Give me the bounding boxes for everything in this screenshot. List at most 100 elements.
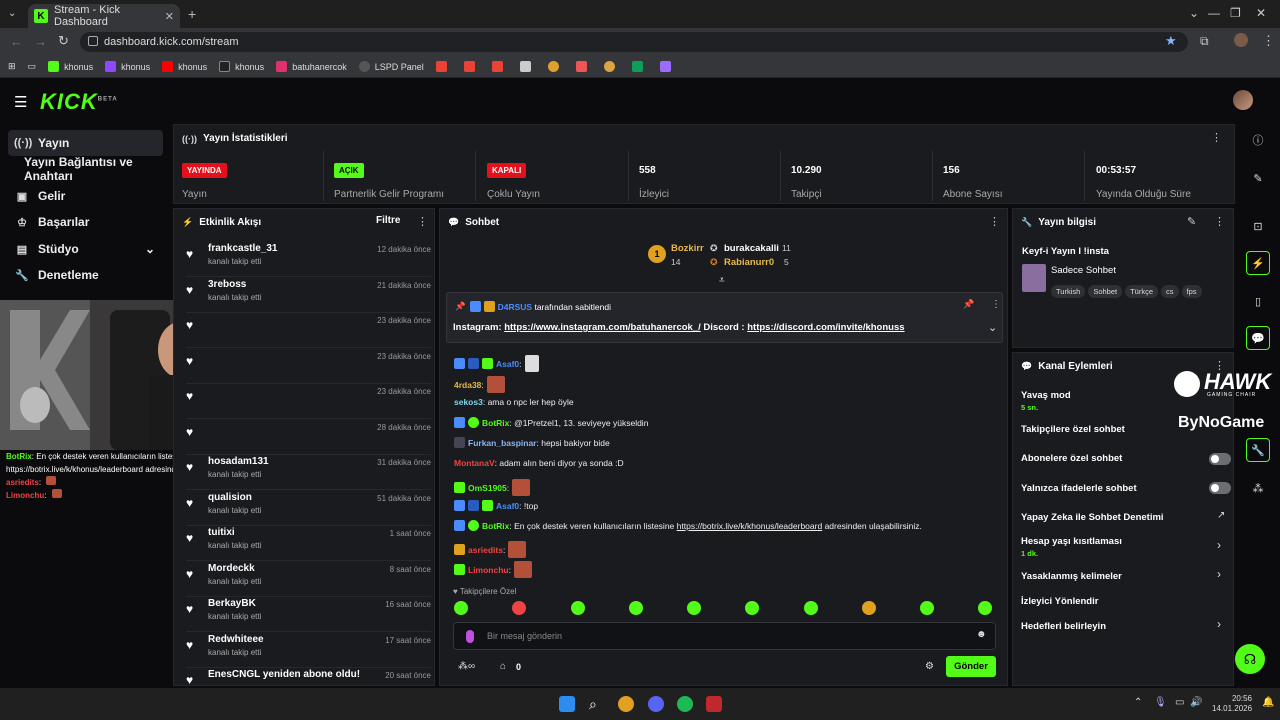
emote-shortcut[interactable] <box>804 601 818 615</box>
notifications-icon[interactable]: 🔔 <box>1262 697 1274 708</box>
events-menu-icon[interactable]: ⋮ <box>417 215 428 228</box>
event-item[interactable]: ♥ hosadam131 kanalı takip etti 31 dakika ön… <box>186 456 431 490</box>
discord-icon[interactable] <box>648 696 664 712</box>
bookmark-docs[interactable] <box>519 61 536 72</box>
event-item[interactable]: ♥ BerkayBK kanalı takip etti 16 saat önce <box>186 598 431 632</box>
bookmark-app-1[interactable] <box>547 61 564 72</box>
store-icon[interactable]: ⌂ <box>500 661 506 672</box>
spotify-icon[interactable] <box>677 696 693 712</box>
edit-icon[interactable]: ✎ <box>1187 215 1196 228</box>
wrench-rail-icon[interactable]: 🔧 <box>1246 438 1270 462</box>
instagram-link[interactable]: https://www.instagram.com/batuhanercok_/ <box>504 322 701 333</box>
chat-username[interactable]: Asaf0 <box>496 501 519 511</box>
emote-shortcut[interactable] <box>571 601 585 615</box>
folder-icon[interactable]: ▭ <box>28 61 37 72</box>
chat-input-box[interactable]: Bir mesaj gönderin ☻ <box>453 622 996 650</box>
profile-avatar[interactable] <box>1234 33 1248 47</box>
category-name[interactable]: Sadece Sohbet <box>1051 265 1116 276</box>
emote-shortcut[interactable] <box>920 601 934 615</box>
emoji-picker-icon[interactable]: ☻ <box>976 629 987 640</box>
maximize-icon[interactable]: ❐ <box>1230 6 1241 20</box>
chat-username[interactable]: BotRix <box>482 521 509 531</box>
chevron-right-icon[interactable]: › <box>1217 538 1221 552</box>
bookmark-lspd[interactable]: LSPD Panel <box>358 61 424 72</box>
bookmark-gmail-2[interactable] <box>463 61 480 72</box>
event-item[interactable]: ♥ 23 dakika önce <box>186 385 431 419</box>
subscribers-only-action[interactable]: Abonelere özel sohbet <box>1021 453 1122 464</box>
chat-input[interactable]: Bir mesaj gönderin <box>487 631 562 641</box>
bookmark-youtube[interactable]: khonus <box>162 61 207 72</box>
lightning-icon[interactable]: ⚡ <box>1246 251 1270 275</box>
event-item[interactable]: ♥ 23 dakika önce <box>186 314 431 348</box>
chat-username[interactable]: 4rda38 <box>454 380 481 390</box>
set-goals-action[interactable]: Hedefleri belirleyin <box>1021 621 1106 632</box>
taskbar-clock[interactable]: 20:56 14.01.2026 <box>1212 694 1252 714</box>
site-info-icon[interactable] <box>88 36 98 46</box>
chat-username[interactable]: asriedits <box>468 545 503 555</box>
stream-info-menu-icon[interactable]: ⋮ <box>1214 215 1225 228</box>
search-icon[interactable]: ⌕ <box>589 696 605 712</box>
volume-icon[interactable]: 🔊 <box>1190 697 1202 708</box>
sidebar-item-gelir[interactable]: ▣ Gelir <box>8 183 163 209</box>
event-item[interactable]: ♥ 28 dakika önce <box>186 421 431 455</box>
obs-app-icon[interactable] <box>706 696 722 712</box>
chat-username[interactable]: BotRix <box>482 418 509 428</box>
browser-menu-icon[interactable]: ⋮ <box>1262 33 1275 49</box>
network-icon[interactable]: ▭ <box>1175 697 1184 708</box>
bookmark-instagram[interactable]: batuhanercok <box>276 61 347 72</box>
close-tab-icon[interactable]: ✕ <box>165 10 174 23</box>
group-icon[interactable]: ⁂ <box>1246 476 1270 500</box>
microphone-icon[interactable] <box>466 630 474 643</box>
filter-button[interactable]: Filtre <box>376 215 400 226</box>
bookmark-app-3[interactable] <box>603 61 620 72</box>
tag[interactable]: Türkçe <box>1125 285 1159 298</box>
extensions-icon[interactable]: ⧉ <box>1200 34 1209 49</box>
external-link-icon[interactable]: ↗ <box>1217 510 1225 521</box>
account-age-action[interactable]: Hesap yaşı kısıtlaması 1 dk. <box>1021 536 1122 558</box>
send-button[interactable]: Gönder <box>946 656 996 677</box>
pinned-menu-icon[interactable]: ⋮ <box>991 299 1001 310</box>
top-gifter-1[interactable]: Bozkirr <box>671 243 704 254</box>
windows-start-icon[interactable] <box>559 696 575 712</box>
bookmark-app-4[interactable] <box>659 61 676 72</box>
sidebar-item-yayin[interactable]: ((·)) Yayın <box>8 130 163 156</box>
leaderboard-link[interactable]: https://botrix.live/k/khonus/leaderboard <box>677 521 823 531</box>
tray-chevron-icon[interactable]: ⌃ <box>1134 697 1142 708</box>
event-item[interactable]: ♥ frankcastle_31 kanalı takip etti 12 dakik… <box>186 243 431 277</box>
document-icon[interactable]: ▯ <box>1246 289 1270 313</box>
chevron-down-icon[interactable]: ⌄ <box>988 321 997 334</box>
discord-link[interactable]: https://discord.com/invite/khonuss <box>747 322 904 333</box>
forward-icon[interactable]: → <box>34 34 47 49</box>
chat-username[interactable]: sekos3 <box>454 397 483 407</box>
event-item[interactable]: ♥ Mordeckk kanalı takip etti 8 saat önce <box>186 563 431 597</box>
chat-settings-icon[interactable]: ⚙ <box>925 661 934 672</box>
emote-shortcut[interactable] <box>978 601 992 615</box>
event-item[interactable]: ♥ EnesCNGL yeniden abone oldu! 20 saat önc… <box>186 669 431 685</box>
chat-username[interactable]: OmS1905 <box>468 483 507 493</box>
bookmark-gmail-3[interactable] <box>491 61 508 72</box>
sidebar-item-studyo[interactable]: ▤ Stüdyo ⌄ <box>8 236 163 262</box>
capture-icon[interactable]: ⊡ <box>1246 214 1270 238</box>
points-icon[interactable]: ⁂∞ <box>458 661 475 672</box>
slow-mode-action[interactable]: Yavaş mod 5 sn. <box>1021 390 1071 412</box>
sidebar-item-denetleme[interactable]: 🔧 Denetleme <box>8 262 163 288</box>
bookmark-gmail-1[interactable] <box>435 61 452 72</box>
event-item[interactable]: ♥ qualision kanalı takip etti 51 dakika önc… <box>186 492 431 526</box>
emote-shortcut[interactable] <box>687 601 701 615</box>
chat-username[interactable]: Asaf0 <box>496 359 519 369</box>
banned-words-action[interactable]: Yasaklanmış kelimeler <box>1021 571 1122 582</box>
chevron-right-icon[interactable]: › <box>1217 567 1221 581</box>
hamburger-menu-icon[interactable]: ☰ <box>14 93 27 111</box>
event-item[interactable]: ♥ Redwhiteee kanalı takip etti 17 saat önce <box>186 634 431 668</box>
chat-menu-icon[interactable]: ⋮ <box>989 215 1000 228</box>
mic-tray-icon[interactable]: 🎙 <box>1154 697 1167 708</box>
support-headset-button[interactable]: ☊ <box>1235 644 1265 674</box>
edit-icon[interactable]: ✎ <box>1246 166 1270 190</box>
dropdown-icon[interactable]: ⌄ <box>1189 6 1199 20</box>
event-item[interactable]: ♥ 3reboss kanalı takip etti 21 dakika önce <box>186 279 431 313</box>
ai-moderation-action[interactable]: Yapay Zeka ile Sohbet Denetimi <box>1021 512 1164 523</box>
sidebar-item-stream-key[interactable]: Yayın Bağlantısı ve Anahtarı <box>8 155 163 183</box>
expand-leaderboard-icon[interactable]: ⩡ <box>719 275 725 286</box>
bookmark-app-2[interactable] <box>575 61 592 72</box>
emote-shortcut[interactable] <box>745 601 759 615</box>
